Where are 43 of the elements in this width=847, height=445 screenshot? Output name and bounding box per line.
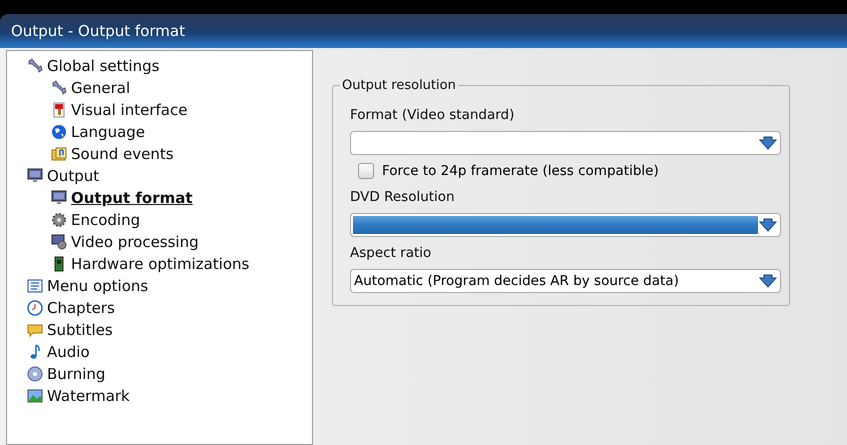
group-title: Output resolution <box>341 78 457 93</box>
tree-item[interactable]: Watermark <box>47 387 130 405</box>
tree-item[interactable]: Sound events <box>71 145 174 163</box>
dropdown-arrow-icon <box>758 135 778 151</box>
dropdown-arrow-icon <box>758 217 778 233</box>
tree-item[interactable]: Output format <box>71 189 193 207</box>
checkbox-label: Force to 24p framerate (less compatible) <box>382 163 659 179</box>
tree-item[interactable]: Chapters <box>47 299 115 317</box>
speech-bubble-icon <box>27 322 43 338</box>
tree-item[interactable]: Hardware optimizations <box>71 255 250 273</box>
dropdown[interactable] <box>350 213 781 237</box>
tree-item[interactable]: Video processing <box>71 233 199 251</box>
monitor-icon <box>51 190 67 206</box>
field-label: Aspect ratio <box>350 245 432 261</box>
tree-item[interactable]: Encoding <box>71 211 140 229</box>
field-label: Format (Video standard) <box>350 107 516 123</box>
gear-icon <box>51 212 67 228</box>
paintbrush-icon <box>51 102 67 118</box>
tree-item[interactable]: Global settings <box>47 57 160 75</box>
monitor-gear-icon <box>51 234 67 250</box>
tree-item[interactable]: Audio <box>47 343 90 361</box>
wrench-icon <box>51 80 67 96</box>
list-icon <box>27 278 43 294</box>
field-label: DVD Resolution <box>350 189 456 205</box>
tree-item[interactable]: Output <box>47 167 100 185</box>
dropdown[interactable] <box>350 131 781 155</box>
monitor-icon <box>27 168 43 184</box>
landscape-icon <box>27 388 43 404</box>
clock-icon <box>27 300 43 316</box>
tree-item[interactable]: Visual interface <box>71 101 188 119</box>
music-folder-icon <box>51 146 67 162</box>
tree-item[interactable]: Subtitles <box>47 321 113 339</box>
wrench-icon <box>27 58 43 74</box>
tree-item[interactable]: Menu options <box>47 277 148 295</box>
tree-item[interactable]: General <box>71 79 130 97</box>
dropdown-arrow-icon <box>758 273 778 289</box>
checkbox[interactable] <box>358 163 374 179</box>
dropdown[interactable]: Automatic (Program decides AR by source data) <box>350 269 781 293</box>
tree-item[interactable]: Burning <box>47 365 106 383</box>
globe-icon <box>51 124 67 140</box>
tree-item[interactable]: Language <box>71 123 146 141</box>
window-title: Output - Output format <box>0 14 847 48</box>
disc-icon <box>27 366 43 382</box>
